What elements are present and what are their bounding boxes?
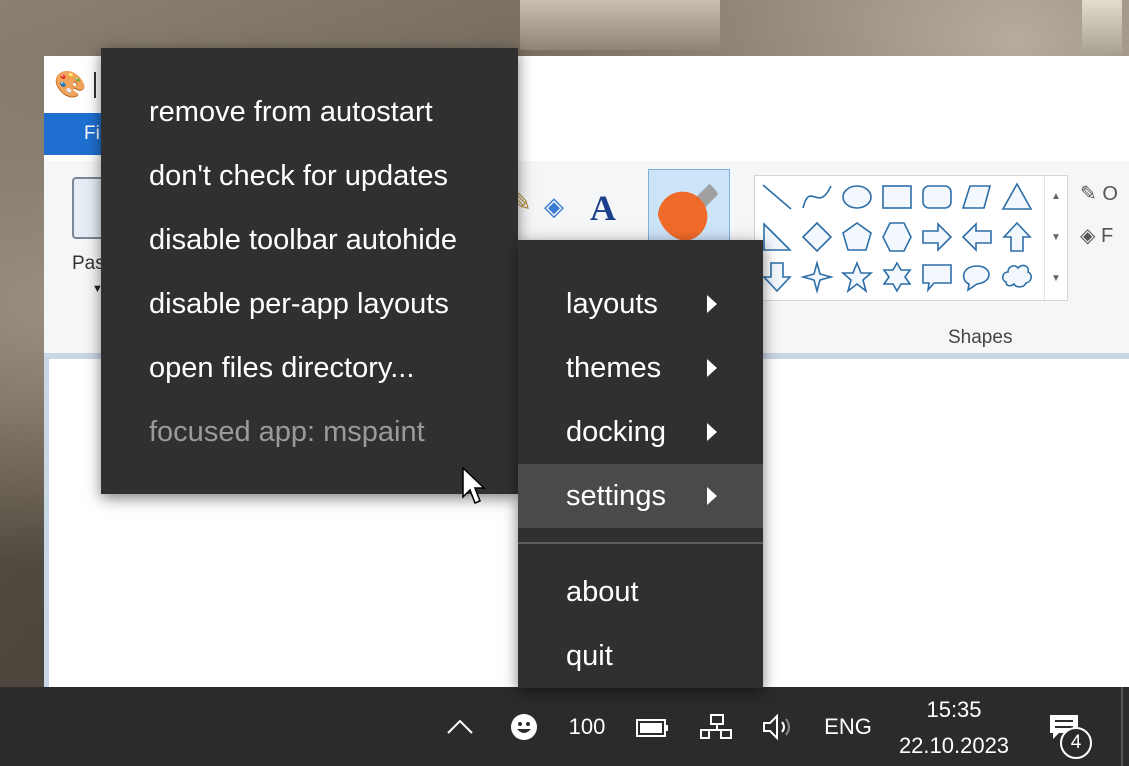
menu-item-label: layouts [566, 288, 658, 320]
paste-button-label[interactable]: Pas [72, 253, 105, 275]
menu-item-layouts[interactable]: layouts [518, 272, 763, 336]
smiley-tray-icon[interactable] [504, 687, 544, 766]
right-arrow-shape-icon[interactable] [917, 217, 957, 257]
menu-item-focused-app: focused app: mspaint [149, 416, 425, 448]
clock-date: 22.10.2023 [898, 733, 1010, 758]
right-triangle-shape-icon[interactable] [757, 217, 797, 257]
taskbar: 100 ENG 15:35 22.10.2023 4 [0, 687, 1129, 766]
network-icon[interactable] [696, 687, 736, 766]
menu-item-settings[interactable]: settings [518, 464, 763, 528]
battery-icon[interactable] [632, 687, 672, 766]
rounded-rectangle-shape-icon[interactable] [917, 177, 957, 217]
menu-item-about[interactable]: about [518, 560, 763, 624]
rect-callout-shape-icon[interactable] [917, 257, 957, 297]
show-hidden-icons-chevron-icon[interactable] [440, 687, 480, 766]
outline-fill-group: ✎ O ◈ F [1080, 181, 1118, 265]
cloud-callout-shape-icon[interactable] [997, 257, 1037, 297]
gallery-expand-icon[interactable]: ▼ [1045, 258, 1067, 299]
shapes-gallery: ▲ ▼ ▼ [754, 175, 1068, 301]
notification-count-badge: 4 [1060, 727, 1092, 759]
title-separator [94, 72, 96, 98]
pentagon-shape-icon[interactable] [837, 217, 877, 257]
oval-shape-icon[interactable] [837, 177, 877, 217]
menu-item-remove-from-autostart[interactable]: remove from autostart [101, 80, 518, 144]
paint-palette-icon[interactable]: 🎨 [54, 68, 86, 100]
menu-item-dont-check-updates[interactable]: don't check for updates [101, 144, 518, 208]
oval-callout-shape-icon[interactable] [957, 257, 997, 297]
menu-item-disable-per-app-layouts[interactable]: disable per-app layouts [101, 272, 518, 336]
submenu-arrow-icon [707, 487, 717, 505]
menu-item-quit[interactable]: quit [518, 624, 763, 688]
six-point-star-shape-icon[interactable] [877, 257, 917, 297]
submenu-arrow-icon [707, 295, 717, 313]
brush-icon [657, 178, 721, 242]
submenu-arrow-icon [707, 359, 717, 377]
triangle-shape-icon[interactable] [997, 177, 1037, 217]
brushes-button[interactable] [648, 169, 730, 249]
submenu-arrow-icon [707, 423, 717, 441]
menu-item-open-files-directory[interactable]: open files directory... [101, 336, 518, 400]
shapes-group-label: Shapes [948, 327, 1013, 348]
clock-time: 15:35 [926, 697, 982, 722]
rectangle-shape-icon[interactable] [877, 177, 917, 217]
volume-icon[interactable] [758, 687, 798, 766]
text-tool-icon[interactable]: A [590, 187, 616, 229]
settings-submenu: remove from autostart don't check for up… [101, 48, 518, 494]
mouse-pointer-icon [462, 466, 486, 512]
menu-item-disable-toolbar-autohide[interactable]: disable toolbar autohide [101, 208, 518, 272]
polygon-shape-icon[interactable] [957, 177, 997, 217]
curve-shape-icon[interactable] [797, 177, 837, 217]
fill-button[interactable]: ◈ F [1080, 223, 1118, 265]
menu-item-docking[interactable]: docking [518, 400, 763, 464]
outline-button[interactable]: ✎ O [1080, 181, 1118, 223]
clock[interactable]: 15:35 22.10.2023 [886, 687, 1022, 766]
menu-item-label: themes [566, 352, 662, 384]
up-arrow-shape-icon[interactable] [997, 217, 1037, 257]
diamond-shape-icon[interactable] [797, 217, 837, 257]
tray-context-menu: layouts themes docking settings about qu… [518, 240, 763, 688]
menu-item-label: docking [566, 416, 666, 448]
shapes-gallery-scroll[interactable]: ▲ ▼ ▼ [1044, 176, 1067, 300]
hexagon-shape-icon[interactable] [877, 217, 917, 257]
fill-label: F [1100, 225, 1114, 247]
fill-bucket-icon[interactable]: ◈ [544, 191, 564, 222]
outline-label: O [1102, 183, 1118, 205]
fill-bucket-small-icon: ◈ [1080, 225, 1096, 247]
five-point-star-shape-icon[interactable] [837, 257, 877, 297]
scroll-up-icon[interactable]: ▲ [1045, 176, 1067, 217]
left-arrow-shape-icon[interactable] [957, 217, 997, 257]
show-desktop-button[interactable] [1121, 687, 1123, 766]
menu-item-label: settings [566, 480, 666, 512]
line-shape-icon[interactable] [757, 177, 797, 217]
outline-pencil-icon: ✎ [1080, 183, 1097, 205]
wallpaper-castle [520, 0, 720, 50]
menu-item-themes[interactable]: themes [518, 336, 763, 400]
down-arrow-shape-icon[interactable] [757, 257, 797, 297]
menu-separator [518, 542, 763, 544]
four-point-star-shape-icon[interactable] [797, 257, 837, 297]
battery-percent[interactable]: 100 [562, 687, 612, 766]
language-indicator[interactable]: ENG [820, 687, 876, 766]
wallpaper-tower [1082, 0, 1122, 55]
scroll-down-icon[interactable]: ▼ [1045, 217, 1067, 258]
